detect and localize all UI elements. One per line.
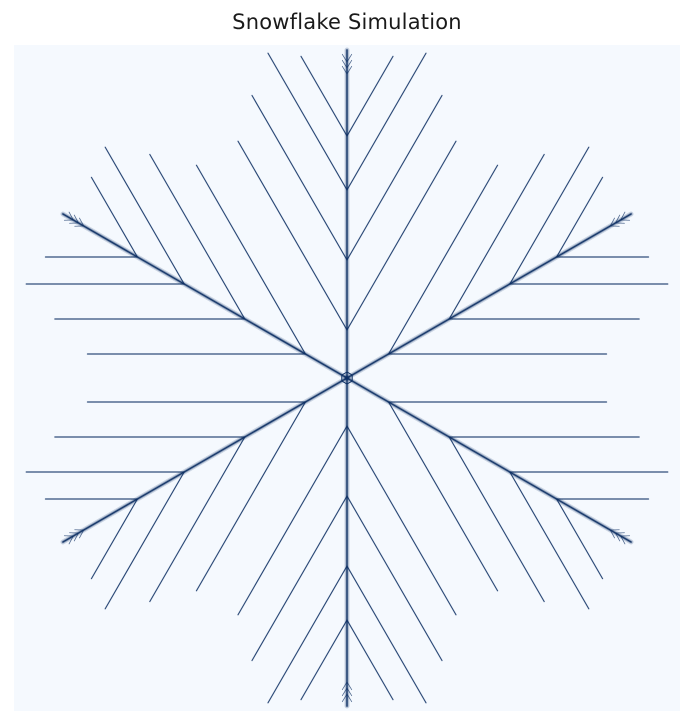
- figure: Snowflake Simulation: [0, 0, 694, 725]
- plot-area: [14, 45, 680, 711]
- figure-title: Snowflake Simulation: [232, 10, 462, 34]
- snowflake-image: [14, 45, 680, 711]
